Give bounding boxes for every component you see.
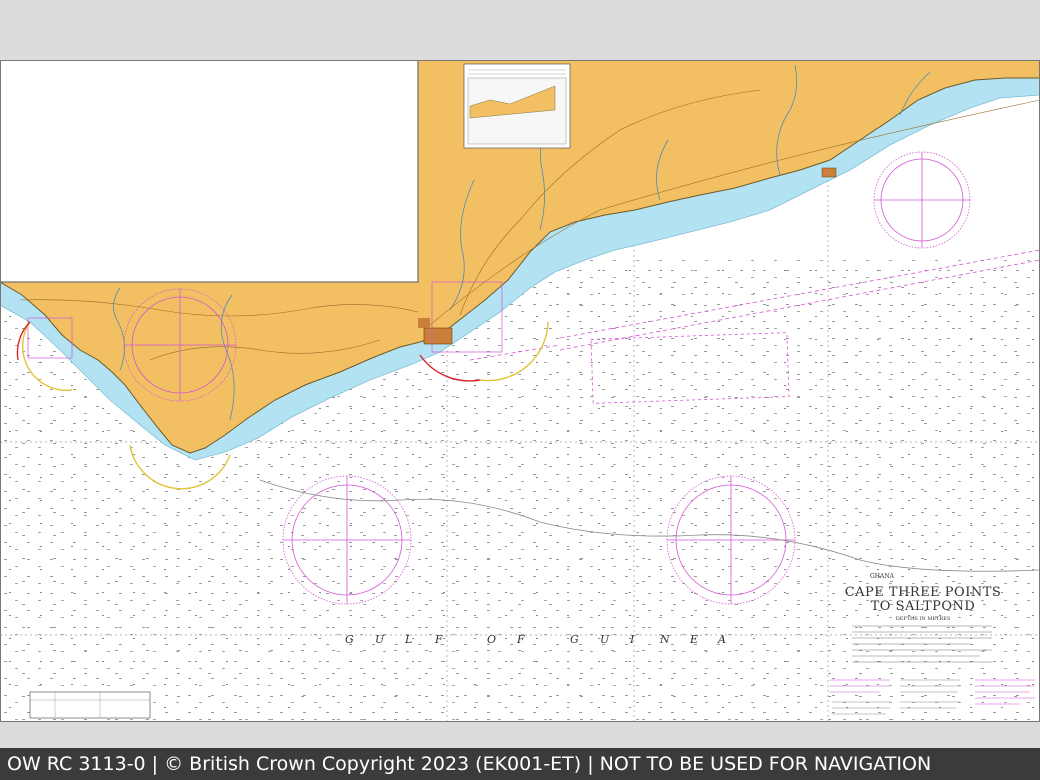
sea-letter: U <box>375 633 385 646</box>
copyright-footer: OW RC 3113-0 | © British Crown Copyright… <box>0 748 1040 780</box>
sea-letter: N <box>659 633 670 646</box>
footer-text: OW RC 3113-0 | © British Crown Copyright… <box>7 753 932 775</box>
sea-letter: I <box>629 633 635 646</box>
country-label: GHANA <box>870 573 895 580</box>
sea-letter: A <box>717 633 726 646</box>
top-border <box>0 0 1040 60</box>
sea-letter: U <box>600 633 610 646</box>
sea-letter: O <box>487 633 496 646</box>
tidal-levels-table <box>29 691 151 719</box>
sea-letter: F <box>516 633 525 646</box>
sea-letter: L <box>404 633 412 646</box>
sea-letter: E <box>689 633 698 646</box>
chart-title-line1: CAPE THREE POINTS <box>845 585 1002 600</box>
town-cape-coast <box>821 167 837 178</box>
bottom-border <box>0 722 1040 748</box>
sea-letter: G <box>570 633 579 646</box>
source-diagram <box>463 63 571 149</box>
sea-letter: G <box>345 633 354 646</box>
depths-note: DEPTHS IN METRES <box>896 616 951 622</box>
blank-inset-area <box>0 60 418 282</box>
sea-letter: F <box>434 633 443 646</box>
nautical-chart[interactable]: GHANA CAPE THREE POINTS TO SALTPOND DEPT… <box>0 60 1040 722</box>
chart-title-line2: TO SALTPOND <box>871 599 976 614</box>
